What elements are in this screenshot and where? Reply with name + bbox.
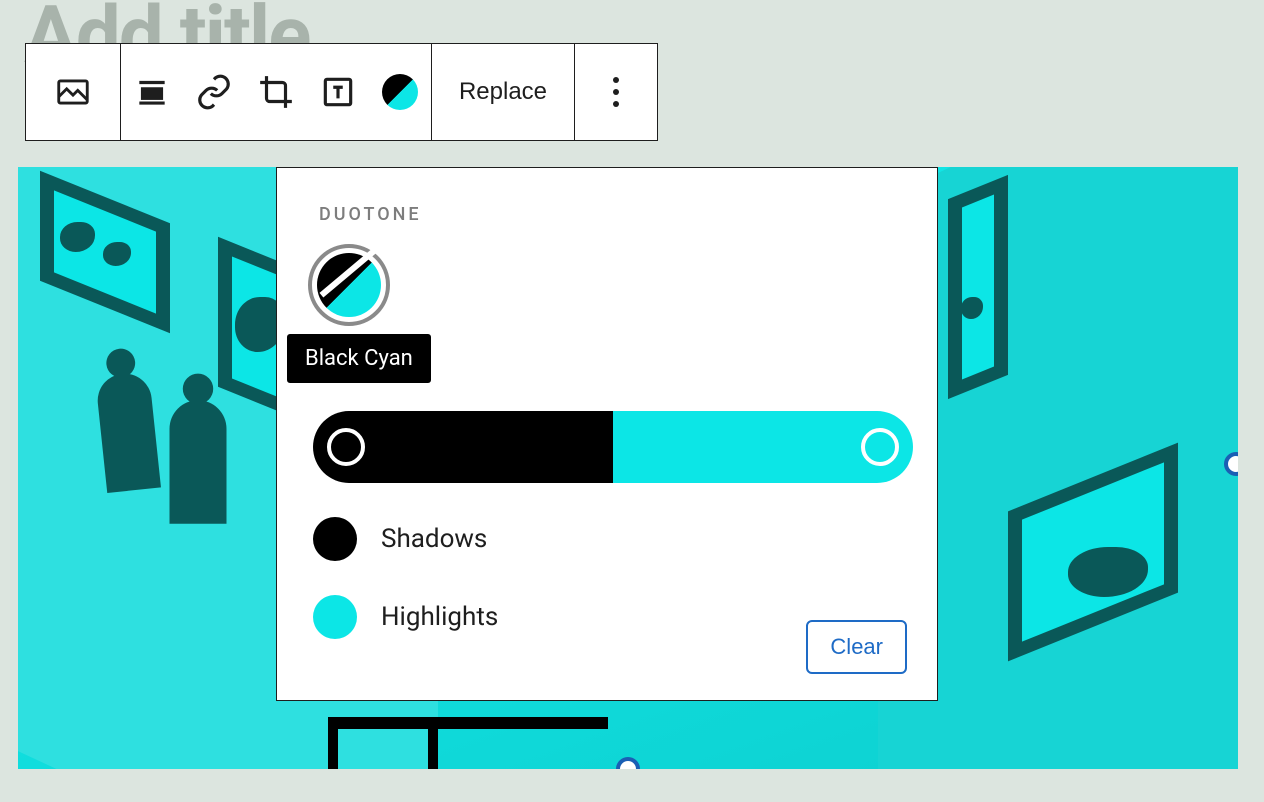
block-type-button[interactable] [26,44,120,140]
align-icon [133,73,171,111]
link-button[interactable] [183,44,245,140]
text-overlay-button[interactable] [307,44,369,140]
text-box-icon [319,73,357,111]
duotone-panel-title: Duotone [319,204,901,225]
link-icon [195,73,233,111]
selection-ring-icon [308,244,390,326]
clear-button[interactable]: Clear [806,620,907,674]
shadows-label: Shadows [381,524,487,554]
image-icon [54,73,92,111]
align-button[interactable] [121,44,183,140]
more-vertical-icon [613,77,619,107]
more-options-button[interactable] [575,44,657,140]
shadows-row[interactable]: Shadows [313,517,901,561]
illustration-shape [328,717,608,757]
preset-tooltip: Black Cyan [287,334,431,383]
highlight-color-swatch[interactable] [313,595,357,639]
shadow-color-swatch[interactable] [313,517,357,561]
crop-icon [257,73,295,111]
duotone-preset-swatch[interactable] [317,253,381,317]
duotone-icon [382,74,418,110]
block-toolbar: Replace [25,43,658,141]
duotone-gradient-bar[interactable] [313,411,913,483]
gradient-stop-shadow[interactable] [327,428,365,466]
illustration-frame [948,175,1008,399]
gradient-stop-highlight[interactable] [861,428,899,466]
highlights-label: Highlights [381,602,498,632]
duotone-button[interactable] [369,44,431,140]
duotone-popover: Duotone Black Cyan Shadows Highlights Cl… [276,167,938,701]
replace-button[interactable]: Replace [432,44,574,140]
resize-handle-bottom[interactable] [616,757,640,769]
crop-button[interactable] [245,44,307,140]
illustration-person [170,400,227,524]
